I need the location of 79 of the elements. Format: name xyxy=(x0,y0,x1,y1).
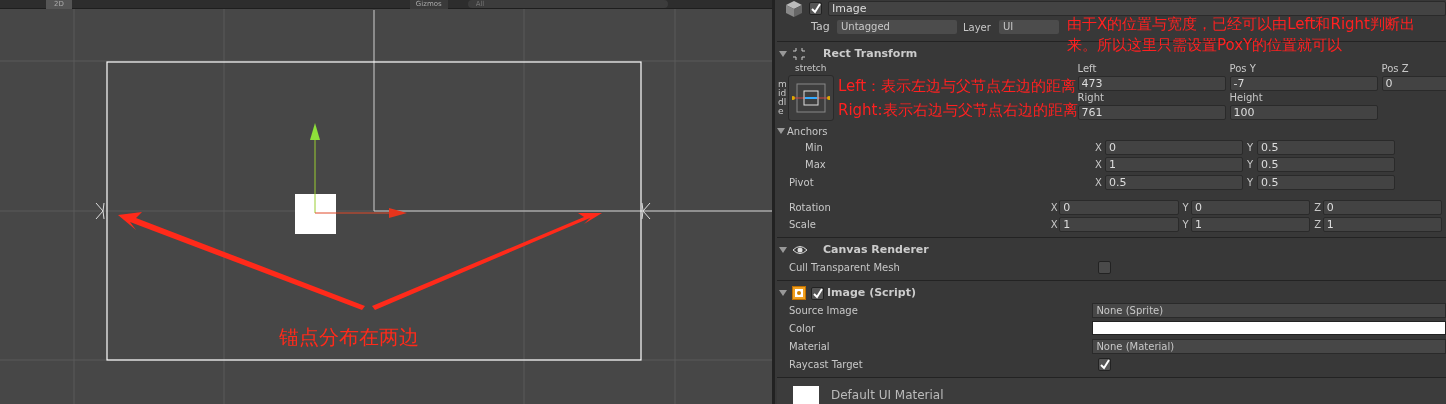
axis-label: X xyxy=(1095,141,1103,155)
number-field[interactable]: 1 xyxy=(1105,157,1243,172)
annotation-text: Left：表示左边与父节点左边的距离 xyxy=(838,77,1077,95)
annotation-text: 由于X的位置与宽度，已经可以由Left和Right判断出来。所以这里只需设置PoxY的位置就可以 xyxy=(1067,14,1416,56)
axis-label: Y xyxy=(1182,201,1190,215)
anchor-horizontal-label: stretch xyxy=(795,62,828,75)
checkbox[interactable] xyxy=(1098,357,1111,371)
checkbox[interactable] xyxy=(811,286,824,300)
object-field[interactable]: None (Sprite) xyxy=(1092,302,1446,318)
property-label: Anchors xyxy=(787,124,828,139)
number-field[interactable]: 0 xyxy=(1059,200,1179,215)
field-label: Pos Y xyxy=(1229,62,1257,76)
property-label: Scale xyxy=(789,218,817,232)
image-component-icon xyxy=(792,286,808,300)
axis-label: Y xyxy=(1247,158,1255,172)
annotation-text: 锚点分布在两边 xyxy=(279,324,419,351)
material-name: Default UI Material xyxy=(831,387,944,404)
axis-label: Z xyxy=(1314,218,1323,232)
anchor-handle xyxy=(641,202,651,220)
eye-icon xyxy=(792,243,808,257)
annotation-text: Right:表示右边与父节点右边的距离 xyxy=(838,101,1078,119)
property-label: Max xyxy=(805,158,827,172)
component-title: Image (Script) xyxy=(827,284,916,301)
component-title: Canvas Renderer xyxy=(823,241,929,258)
anchor-preset-button[interactable] xyxy=(788,75,834,121)
axis-label: X xyxy=(1095,176,1103,190)
number-field[interactable]: 0 xyxy=(1322,200,1442,215)
field-label: Pos Z xyxy=(1381,62,1410,76)
number-field[interactable]: 1 xyxy=(1322,217,1442,232)
object-field[interactable]: None (Material) xyxy=(1092,338,1446,354)
axis-label: Y xyxy=(1182,218,1190,232)
caret-icon[interactable] xyxy=(779,289,789,297)
checkbox[interactable] xyxy=(809,2,822,15)
field-label: Height xyxy=(1229,91,1264,105)
number-field[interactable]: 0.5 xyxy=(1257,157,1395,172)
property-label: Pivot xyxy=(789,176,815,190)
property-label: Color xyxy=(789,321,817,336)
axis-label: Y xyxy=(1247,141,1255,155)
anchor-vertical-label: middle xyxy=(778,80,788,116)
number-field[interactable]: 0.5 xyxy=(1257,175,1395,190)
number-field[interactable]: 761 xyxy=(1077,105,1226,120)
name-field[interactable]: Image xyxy=(828,1,1446,16)
color-swatch[interactable] xyxy=(1092,321,1446,335)
caret-icon[interactable] xyxy=(779,50,789,58)
number-field[interactable]: 473 xyxy=(1077,76,1226,91)
number-field[interactable]: 0.5 xyxy=(1257,140,1395,155)
layer-dropdown[interactable]: UI xyxy=(999,20,1059,34)
axis-label: X xyxy=(1095,158,1103,172)
axis-label: X xyxy=(1050,218,1059,232)
number-field[interactable]: 0.5 xyxy=(1105,175,1243,190)
component-title: Rect Transform xyxy=(823,45,918,62)
axis-label: X xyxy=(1050,201,1059,215)
checkbox[interactable] xyxy=(1098,260,1111,274)
tag-label: Tag xyxy=(811,18,831,35)
tag-dropdown[interactable]: Untagged xyxy=(837,20,957,34)
property-label: Source Image xyxy=(789,303,859,318)
image-element xyxy=(295,194,336,234)
property-label: Material xyxy=(789,339,831,354)
axis-label: Z xyxy=(1314,201,1323,215)
number-field[interactable]: -7 xyxy=(1229,76,1378,91)
caret-icon[interactable] xyxy=(777,127,787,135)
property-label: Cull Transparent Mesh xyxy=(789,260,901,275)
property-label: Raycast Target xyxy=(789,357,864,372)
number-field[interactable]: 0 xyxy=(1191,200,1311,215)
layer-label: Layer xyxy=(963,20,992,35)
field-label: Right xyxy=(1077,91,1105,105)
rect-transform-icon xyxy=(792,47,808,61)
number-field[interactable]: 0 xyxy=(1381,76,1446,91)
number-field[interactable]: 0 xyxy=(1105,140,1243,155)
anchor-handle xyxy=(95,202,105,220)
number-field[interactable]: 100 xyxy=(1229,105,1378,120)
field-label: Left xyxy=(1077,62,1098,76)
axis-label: Y xyxy=(1247,176,1255,190)
property-label: Min xyxy=(805,141,824,155)
property-label: Rotation xyxy=(789,201,832,215)
number-field[interactable]: 1 xyxy=(1191,217,1311,232)
caret-icon[interactable] xyxy=(779,246,789,254)
cube-icon xyxy=(785,0,803,18)
number-field[interactable]: 1 xyxy=(1059,217,1179,232)
